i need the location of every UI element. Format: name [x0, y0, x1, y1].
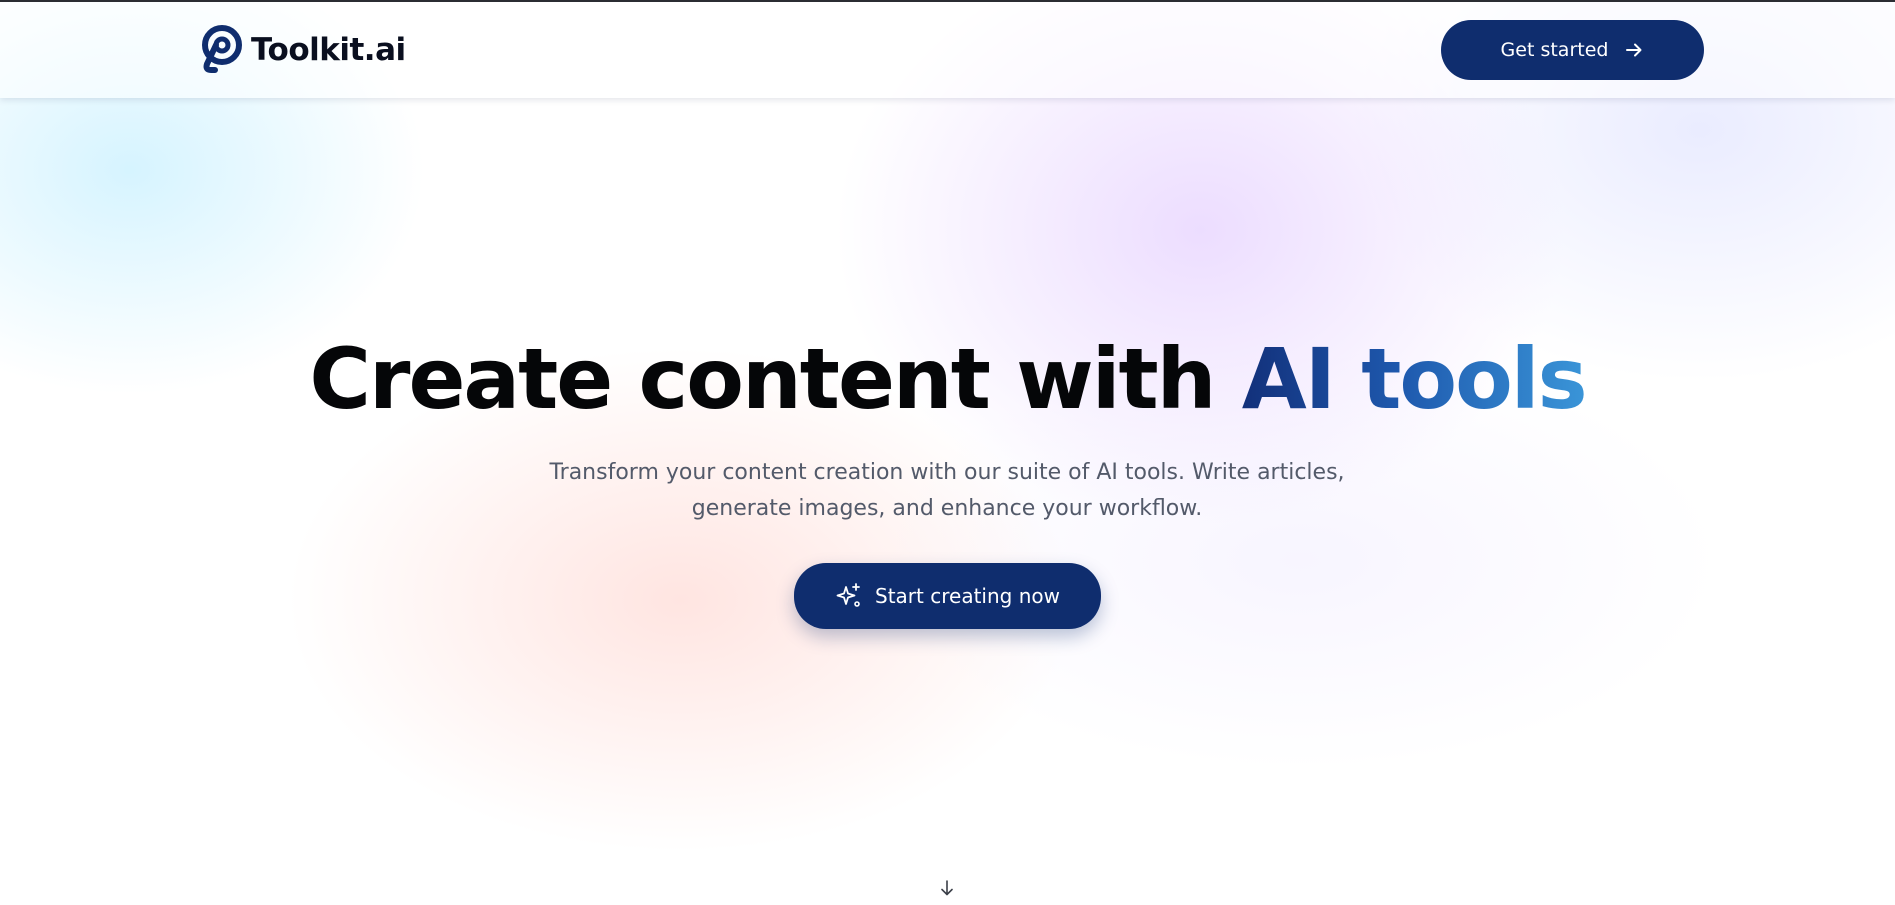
hero-title-main: Create content with [309, 330, 1242, 428]
start-creating-button[interactable]: Start creating now [794, 563, 1101, 629]
sparkles-icon [836, 583, 860, 607]
hero-title: Create content with AI tools [0, 326, 1895, 432]
site-header: Toolkit.ai Get started [0, 2, 1895, 98]
get-started-button[interactable]: Get started [1441, 20, 1704, 80]
hero-subtitle: Transform your content creation with our… [547, 455, 1347, 527]
arrow-down-icon[interactable] [938, 879, 956, 897]
toolkit-logo-icon [193, 24, 245, 76]
start-creating-label: Start creating now [875, 584, 1060, 608]
hero-subtitle-line-1: Transform your content creation with our… [549, 460, 1345, 485]
get-started-label: Get started [1500, 39, 1609, 61]
hero-subtitle-line-2: generate images, and enhance your workfl… [691, 496, 1203, 521]
arrow-right-icon [1626, 43, 1642, 57]
logo-link[interactable]: Toolkit.ai [193, 24, 406, 76]
browser-top-border [0, 0, 1895, 2]
hero-title-accent: AI tools [1241, 330, 1588, 428]
hero-section: Create content with AI tools Transform y… [0, 0, 1895, 905]
logo-text: Toolkit.ai [251, 32, 406, 68]
